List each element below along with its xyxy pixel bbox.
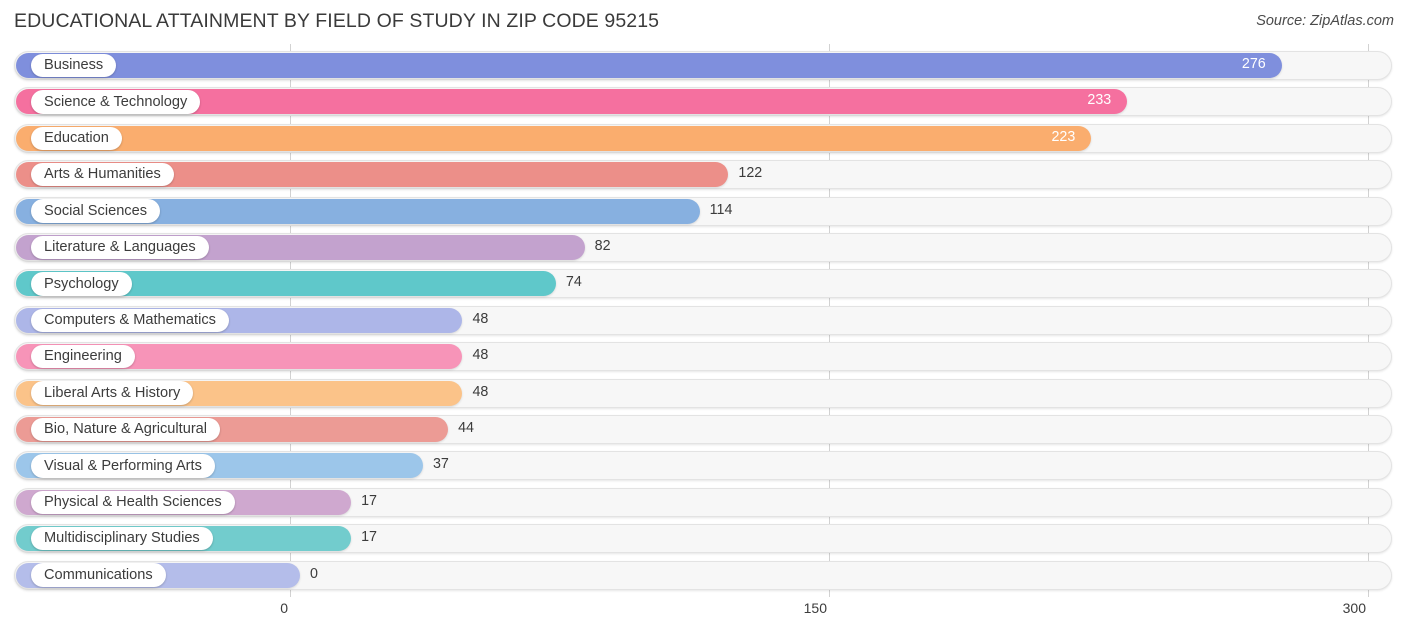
bar-value-label: 48: [472, 310, 489, 327]
bar-value-label: 122: [738, 165, 763, 182]
bar-row[interactable]: Education 223: [0, 120, 1406, 156]
bar-value-label: 44: [458, 420, 474, 436]
bar-category-text: Arts & Humanities: [44, 166, 161, 183]
bar-category-label: Arts & Humanities: [31, 163, 174, 187]
bar-category-label: Education: [31, 126, 122, 151]
bar-category-text: Psychology: [44, 275, 119, 292]
bar-category-label: Physical & Health Sciences: [31, 490, 235, 515]
bar-row[interactable]: Physical & Health Sciences 17: [0, 484, 1406, 520]
bar-chart-plot-area: Business 276 Science & Technology 233 Educat…: [0, 44, 1406, 597]
bar-fill: [16, 125, 1092, 151]
bar-value-label: 48: [472, 383, 489, 400]
bar-category-label: Liberal Arts & History: [31, 381, 194, 405]
bar-category-text: Physical & Health Sciences: [44, 494, 222, 511]
bar-row[interactable]: Visual & Performing Arts 37: [0, 448, 1406, 484]
bar-value-label: 82: [594, 238, 611, 254]
bar-row[interactable]: Bio, Nature & Agricultural 44: [0, 412, 1406, 448]
bar-category-text: Engineering: [44, 348, 122, 365]
x-axis-tick-label: 0: [280, 600, 288, 616]
bar-value-label: 276: [1241, 56, 1266, 72]
bar-category-text: Liberal Arts & History: [44, 384, 181, 401]
bar-value-label: 114: [709, 201, 733, 218]
bar-value-label: 0: [310, 565, 318, 582]
bar-category-label: Social Sciences: [31, 199, 161, 223]
bar-row[interactable]: Business 276: [0, 48, 1406, 84]
bar-row[interactable]: Liberal Arts & History 48: [0, 375, 1406, 411]
bar-value-label: 223: [1051, 128, 1076, 145]
bar-category-label: Visual & Performing Arts: [31, 454, 215, 478]
bar-value-label: 74: [565, 274, 582, 291]
bar-category-text: Business: [44, 57, 104, 74]
bar-category-label: Psychology: [31, 272, 132, 296]
chart-header: EDUCATIONAL ATTAINMENT BY FIELD OF STUDY…: [0, 0, 1406, 44]
x-axis-tick-label: 150: [803, 600, 827, 616]
bar-row[interactable]: Psychology 74: [0, 266, 1406, 302]
bar-category-text: Communications: [44, 566, 153, 583]
bar-category-text: Computers & Mathematics: [44, 312, 216, 329]
bar-category-label: Science & Technology: [31, 90, 201, 114]
source-attribution: Source: ZipAtlas.com: [1256, 13, 1394, 29]
bar-value-label: 48: [472, 347, 489, 364]
bar-category-label: Communications: [31, 563, 166, 587]
bar-category-label: Computers & Mathematics: [31, 308, 229, 333]
bar-category-label: Business: [31, 53, 117, 78]
bar-category-label: Multidisciplinary Studies: [31, 527, 213, 551]
bar-category-label: Literature & Languages: [31, 235, 209, 260]
x-axis: 0 150 300: [0, 597, 1406, 631]
bar-category-text: Bio, Nature & Agricultural: [44, 421, 208, 438]
bar-row[interactable]: Science & Technology 233: [0, 84, 1406, 120]
bar-category-text: Science & Technology: [44, 93, 188, 110]
page-title: EDUCATIONAL ATTAINMENT BY FIELD OF STUDY…: [14, 10, 660, 32]
bar-value-label: 233: [1087, 92, 1112, 109]
bar-category-text: Literature & Languages: [44, 239, 196, 256]
bar-value-label: 37: [432, 456, 449, 473]
bar-value-label: 17: [361, 492, 377, 509]
bar-row[interactable]: Computers & Mathematics 48: [0, 302, 1406, 338]
bar-row[interactable]: Literature & Languages 82: [0, 230, 1406, 266]
bar-category-label: Bio, Nature & Agricultural: [31, 417, 221, 442]
bar-row[interactable]: Arts & Humanities 122: [0, 157, 1406, 193]
bar-row[interactable]: Communications 0: [0, 557, 1406, 593]
bar-fill: [16, 53, 1282, 79]
bar-category-text: Education: [44, 130, 109, 147]
x-axis-tick-label: 300: [1342, 600, 1366, 616]
bar-row[interactable]: Engineering 48: [0, 339, 1406, 375]
bar-category-text: Visual & Performing Arts: [44, 457, 202, 474]
bar-row[interactable]: Multidisciplinary Studies 17: [0, 521, 1406, 557]
bar-category-text: Multidisciplinary Studies: [44, 530, 200, 547]
bar-value-label: 17: [361, 529, 377, 546]
bar-category-text: Social Sciences: [44, 202, 148, 219]
bar-row[interactable]: Social Sciences 114: [0, 193, 1406, 229]
bar-category-label: Engineering: [31, 345, 135, 369]
